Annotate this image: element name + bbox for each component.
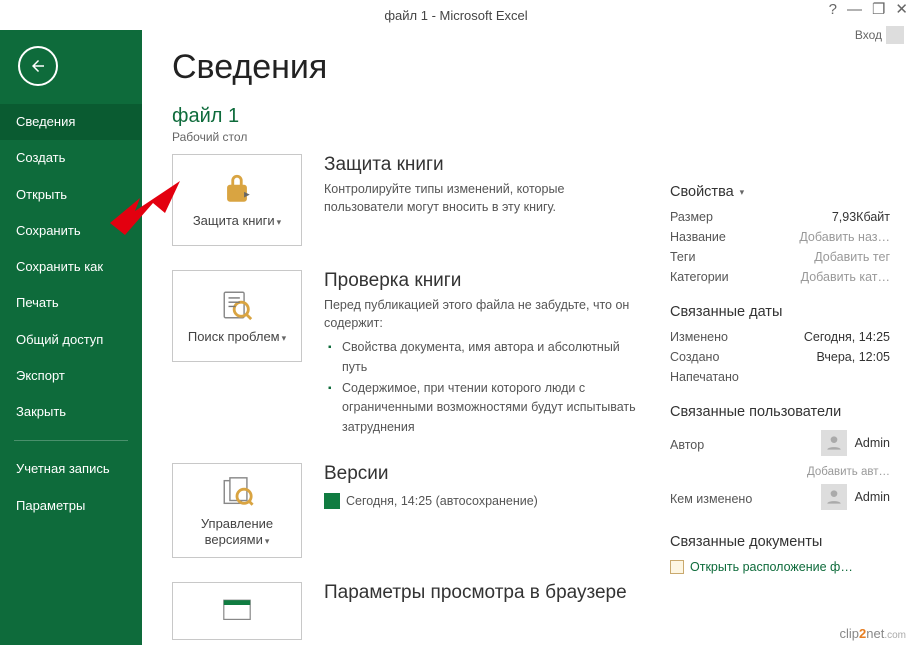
prop-tags-value[interactable]: Добавить тег — [814, 250, 890, 264]
inspect-item: Свойства документа, имя автора и абсолют… — [342, 338, 642, 377]
chevron-down-icon: ▾ — [265, 536, 270, 546]
version-timestamp: Сегодня, 14:25 (автосохранение) — [346, 494, 538, 508]
properties-header[interactable]: Свойства ▾ — [670, 184, 890, 200]
browser-view-button[interactable] — [172, 582, 302, 640]
nav-close[interactable]: Закрыть — [0, 394, 142, 430]
nav-save[interactable]: Сохранить — [0, 213, 142, 249]
users-header: Связанные пользователи — [670, 404, 890, 420]
back-button[interactable] — [18, 46, 58, 86]
help-icon[interactable]: ? — [829, 2, 837, 17]
version-entry[interactable]: Сегодня, 14:25 (автосохранение) — [324, 493, 642, 509]
nav-new[interactable]: Создать — [0, 140, 142, 176]
inspect-title: Проверка книги — [324, 270, 642, 292]
date-created-value: Вчера, 12:05 — [816, 350, 890, 364]
nav-open[interactable]: Открыть — [0, 177, 142, 213]
nav-info[interactable]: Сведения — [0, 104, 142, 140]
open-file-location[interactable]: Открыть расположение ф… — [670, 560, 890, 574]
user-avatar-icon — [821, 430, 847, 456]
browser-title: Параметры просмотра в браузере — [324, 582, 642, 604]
date-created-label: Создано — [670, 350, 719, 364]
protect-desc: Контролируйте типы изменений, которые по… — [324, 180, 642, 216]
modified-by-name: Admin — [855, 490, 890, 504]
modified-by-label: Кем изменено — [670, 492, 752, 506]
protect-workbook-button[interactable]: Защита книги▾ — [172, 154, 302, 246]
nav-export[interactable]: Экспорт — [0, 358, 142, 394]
protect-button-label: Защита книги — [193, 213, 275, 228]
chevron-down-icon: ▾ — [282, 333, 287, 343]
prop-size-value: 7,93Кбайт — [832, 210, 890, 224]
page-heading: Сведения — [172, 48, 642, 87]
nav-save-as[interactable]: Сохранить как — [0, 249, 142, 285]
author-label: Автор — [670, 438, 704, 452]
versions-icon — [219, 474, 255, 510]
open-location-label: Открыть расположение ф… — [690, 560, 853, 574]
file-name: файл 1 — [172, 105, 642, 128]
nav-options[interactable]: Параметры — [0, 488, 142, 524]
versions-button-label: Управление версиями — [201, 516, 273, 547]
nav-account[interactable]: Учетная запись — [0, 451, 142, 487]
inspect-button[interactable]: Поиск проблем▾ — [172, 270, 302, 362]
date-modified-label: Изменено — [670, 330, 728, 344]
inspect-desc: Перед публикацией этого файла не забудьт… — [324, 296, 642, 332]
prop-categories-label: Категории — [670, 270, 729, 284]
prop-size-label: Размер — [670, 210, 713, 224]
manage-versions-button[interactable]: Управление версиями▾ — [172, 463, 302, 558]
prop-categories-value[interactable]: Добавить кат… — [801, 270, 890, 284]
inspect-button-label: Поиск проблем — [188, 329, 280, 344]
author-name: Admin — [855, 436, 890, 450]
close-icon[interactable]: ✕ — [895, 2, 908, 17]
nav-print[interactable]: Печать — [0, 285, 142, 321]
magnifier-icon — [219, 287, 255, 323]
prop-tags-label: Теги — [670, 250, 695, 264]
nav-divider — [14, 440, 128, 441]
nav-share[interactable]: Общий доступ — [0, 322, 142, 358]
inspect-item: Содержимое, при чтении которого люди с о… — [342, 379, 642, 437]
date-modified-value: Сегодня, 14:25 — [804, 330, 890, 344]
folder-icon — [670, 560, 684, 574]
title-bar: файл 1 - Microsoft Excel ? — ❐ ✕ — [0, 0, 912, 30]
lock-icon — [219, 171, 255, 207]
user-avatar-icon — [821, 484, 847, 510]
prop-title-value[interactable]: Добавить наз… — [799, 230, 890, 244]
chevron-down-icon: ▾ — [740, 187, 745, 198]
window-title: файл 1 - Microsoft Excel — [384, 8, 527, 23]
backstage-sidebar: Сведения Создать Открыть Сохранить Сохра… — [0, 30, 142, 645]
add-author[interactable]: Добавить авт… — [807, 466, 890, 478]
minimize-icon[interactable]: — — [847, 2, 862, 17]
protect-title: Защита книги — [324, 154, 642, 176]
date-printed-label: Напечатано — [670, 370, 739, 384]
prop-title-label: Название — [670, 230, 726, 244]
properties-label: Свойства — [670, 184, 734, 200]
versions-title: Версии — [324, 463, 642, 485]
file-path: Рабочий стол — [172, 130, 642, 144]
dates-header: Связанные даты — [670, 304, 890, 320]
window-controls: ? — ❐ ✕ — [829, 2, 908, 17]
watermark: clip2net.com — [840, 626, 907, 641]
restore-icon[interactable]: ❐ — [872, 2, 885, 17]
related-docs-header: Связанные документы — [670, 534, 890, 550]
excel-file-icon — [324, 493, 340, 509]
chevron-down-icon: ▾ — [277, 217, 282, 227]
browser-icon — [219, 593, 255, 629]
